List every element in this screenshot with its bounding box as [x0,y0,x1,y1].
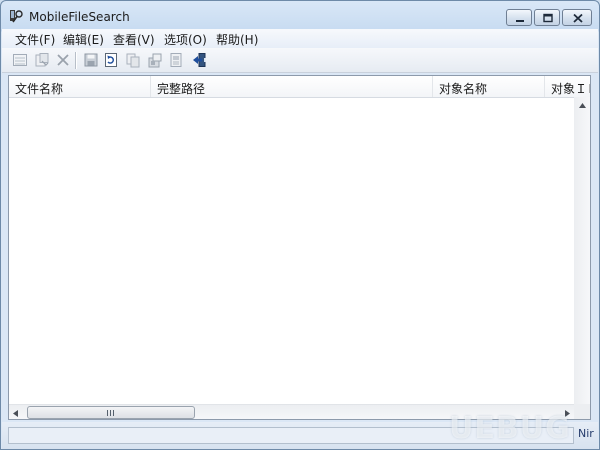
file-list-view[interactable]: 文件名称 完整路径 对象名称 对象ＩＤ [8,75,591,420]
menu-help[interactable]: 帮助(H) [216,31,258,48]
horizontal-scroll-thumb[interactable] [27,406,195,419]
close-icon [573,13,583,23]
scroll-left-icon[interactable] [11,409,21,418]
delete-icon[interactable] [55,52,71,68]
maximize-icon [543,13,553,23]
menu-edit[interactable]: 编辑(E) [63,31,104,48]
menu-file[interactable]: 文件(F) [15,31,55,48]
toolbar-separator [75,52,77,69]
exit-icon[interactable] [192,52,208,68]
grip-icon [107,410,114,416]
window-title: MobileFileSearch [29,10,130,24]
refresh-icon[interactable] [103,52,119,68]
open-icon[interactable] [34,52,50,68]
column-label: 对象ＩＤ [551,82,590,96]
scrollbar-corner [574,404,590,419]
toolbar [2,48,598,73]
vertical-scrollbar[interactable] [574,97,591,404]
save-icon[interactable] [83,52,99,68]
maximize-button[interactable] [534,9,560,26]
app-window: MobileFileSearch 文件(F) 编辑(E) 查看(V) 选项(O)… [0,0,600,450]
menu-options[interactable]: 选项(O) [164,31,207,48]
column-header-object-name[interactable]: 对象名称 [433,76,545,97]
title-bar[interactable]: MobileFileSearch [1,1,599,31]
app-icon [10,10,23,23]
status-text[interactable]: Nir [578,427,594,440]
menu-bar: 文件(F) 编辑(E) 查看(V) 选项(O) 帮助(H) [2,29,598,48]
copy-icon[interactable] [125,52,141,68]
column-header-object-id[interactable]: 对象ＩＤ [545,76,590,97]
watermark-logo: UEBUG [449,411,571,446]
minimize-button[interactable] [506,9,532,26]
menu-view[interactable]: 查看(V) [113,31,155,48]
column-header-full-path[interactable]: 完整路径 [151,76,433,97]
scroll-up-icon[interactable] [574,97,591,114]
close-button[interactable] [562,9,592,26]
new-icon[interactable] [12,52,28,68]
column-header-file-name[interactable]: 文件名称 [9,76,151,97]
report-icon[interactable] [168,52,184,68]
column-label: 对象名称 [439,82,488,96]
properties-icon[interactable] [147,52,163,68]
column-label: 完整路径 [157,82,206,96]
column-label: 文件名称 [15,82,64,96]
list-header: 文件名称 完整路径 对象名称 对象ＩＤ [9,76,590,98]
minimize-icon [516,20,524,22]
